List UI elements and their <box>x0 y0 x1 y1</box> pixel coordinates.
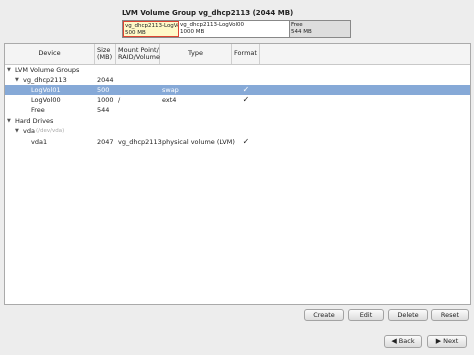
arrow-right-icon: ▶ <box>435 337 442 345</box>
expander-down-icon[interactable]: ▼ <box>15 126 19 136</box>
type-value: ext4 <box>162 96 177 104</box>
back-button-label: Back <box>398 337 415 345</box>
column-header-mount[interactable]: Mount Point/ RAID/Volume <box>116 44 160 64</box>
column-header-type[interactable]: Type <box>160 44 232 64</box>
device-label: vg_dhcp2113 <box>23 76 67 84</box>
expander-down-icon[interactable]: ▼ <box>15 75 19 85</box>
column-header-row: Device Size (MB) Mount Point/ RAID/Volum… <box>5 44 470 65</box>
device-label: Free <box>31 106 45 114</box>
tree-row-free[interactable]: Free 544 <box>5 105 470 115</box>
reset-button[interactable]: Reset <box>431 309 469 321</box>
tree-row-hard-drives[interactable]: ▼ Hard Drives <box>5 116 470 126</box>
device-label: LogVol00 <box>31 96 61 104</box>
segment-name: vg_dhcp2113-LogVol01 <box>125 23 178 29</box>
device-label: vda <box>23 127 35 135</box>
column-header-size[interactable]: Size (MB) <box>95 44 116 64</box>
lvm-summary: LVM Volume Group vg_dhcp2113 (2044 MB) v… <box>122 8 351 38</box>
device-label: LogVol01 <box>31 86 61 94</box>
tree-row-logvol00[interactable]: LogVol00 1000 / ext4 ✓ <box>5 95 470 105</box>
next-button-label: Next <box>443 337 459 345</box>
lvm-usage-bar: vg_dhcp2113-LogVol01 500 MB vg_dhcp2113-… <box>122 20 351 38</box>
mount-value: vg_dhcp2113 <box>118 138 162 146</box>
device-label: vda1 <box>31 138 48 146</box>
size-value: 2044 <box>97 76 114 84</box>
tree-row-vg-dhcp2113[interactable]: ▼ vg_dhcp2113 2044 <box>5 75 470 85</box>
type-value: swap <box>162 86 179 94</box>
lvm-segment-logvol00[interactable]: vg_dhcp2113-LogVol00 1000 MB <box>179 21 290 37</box>
size-value: 2047 <box>97 138 114 146</box>
edit-button[interactable]: Edit <box>348 309 384 321</box>
arrow-left-icon: ◀ <box>391 337 397 345</box>
lvm-summary-title: LVM Volume Group vg_dhcp2113 (2044 MB) <box>122 9 294 17</box>
back-button[interactable]: ◀ Back <box>384 335 422 348</box>
segment-name: vg_dhcp2113-LogVol00 <box>180 22 245 28</box>
type-value: physical volume (LVM) <box>162 138 235 146</box>
expander-down-icon[interactable]: ▼ <box>7 116 11 126</box>
device-tree[interactable]: Device Size (MB) Mount Point/ RAID/Volum… <box>4 43 471 305</box>
format-check-icon: ✓ <box>242 95 250 104</box>
lvm-segment-free[interactable]: Free 544 MB <box>290 21 350 37</box>
column-header-mount-label: Mount Point/ RAID/Volume <box>118 45 160 61</box>
segment-name: Free <box>291 22 303 28</box>
size-value: 500 <box>97 86 110 94</box>
next-button[interactable]: ▶ Next <box>427 335 467 348</box>
column-header-device[interactable]: Device <box>5 44 95 64</box>
column-header-format[interactable]: Format <box>232 44 260 64</box>
segment-size: 544 MB <box>291 29 312 35</box>
segment-size: 500 MB <box>125 30 146 36</box>
device-label: LVM Volume Groups <box>15 66 80 74</box>
delete-button[interactable]: Delete <box>388 309 428 321</box>
size-value: 1000 <box>97 96 114 104</box>
column-header-size-label: Size (MB) <box>97 45 113 61</box>
create-button[interactable]: Create <box>304 309 344 321</box>
device-path-note: (/dev/vda) <box>36 128 65 134</box>
format-check-icon: ✓ <box>242 85 250 94</box>
segment-size: 1000 MB <box>180 29 205 35</box>
expander-down-icon[interactable]: ▼ <box>7 65 11 75</box>
tree-row-vda1[interactable]: vda1 2047 vg_dhcp2113 physical volume (L… <box>5 137 470 147</box>
format-check-icon: ✓ <box>242 137 250 146</box>
tree-row-vda[interactable]: ▼ vda (/dev/vda) <box>5 126 470 136</box>
tree-row-logvol01[interactable]: LogVol01 500 swap ✓ <box>5 85 470 95</box>
mount-value: / <box>118 96 121 104</box>
size-value: 544 <box>97 106 110 114</box>
tree-row-lvm-volume-groups[interactable]: ▼ LVM Volume Groups <box>5 65 470 75</box>
device-label: Hard Drives <box>15 117 54 125</box>
lvm-segment-logvol01[interactable]: vg_dhcp2113-LogVol01 500 MB <box>123 21 179 37</box>
